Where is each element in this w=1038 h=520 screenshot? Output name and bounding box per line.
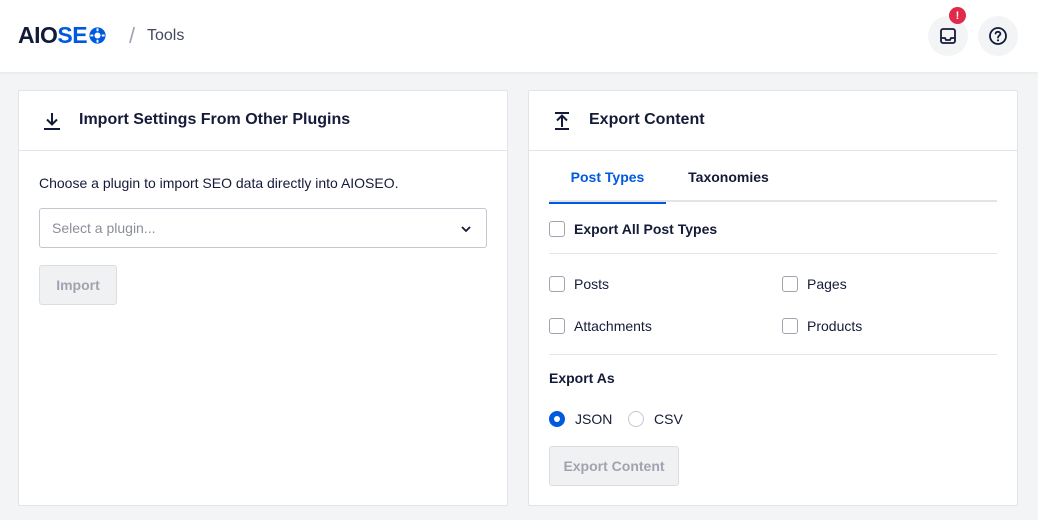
posts-checkbox[interactable]: Posts xyxy=(549,276,609,292)
breadcrumb-current-page: Tools xyxy=(147,27,185,44)
divider xyxy=(549,253,997,254)
json-radio[interactable]: JSON xyxy=(549,411,612,427)
json-label: JSON xyxy=(575,411,613,427)
export-content-card: Export Content Post Types Taxonomies Exp… xyxy=(528,90,1018,506)
export-card-title: Export Content xyxy=(589,111,705,128)
logo-text-aio: AIO xyxy=(18,21,58,48)
logo-text-e: E xyxy=(72,21,88,48)
cog-logo-icon xyxy=(89,26,106,44)
logo-text-s: S xyxy=(57,21,73,48)
aioseo-logo[interactable]: AIO S E xyxy=(18,22,107,48)
import-description: Choose a plugin to import SEO data direc… xyxy=(39,175,399,191)
csv-radio[interactable]: CSV xyxy=(628,411,683,427)
checkbox-box[interactable] xyxy=(549,221,565,237)
notification-badge: ! xyxy=(949,7,966,24)
plugin-select[interactable]: Select a plugin... xyxy=(39,208,487,248)
export-all-label: Export All Post Types xyxy=(574,221,718,237)
chevron-down-icon xyxy=(461,226,471,233)
export-as-label: Export As xyxy=(549,370,615,386)
export-tabs: Post Types Taxonomies xyxy=(549,151,997,204)
tab-taxonomies[interactable]: Taxonomies xyxy=(666,151,791,202)
import-card-header: Import Settings From Other Plugins xyxy=(19,91,507,151)
export-card-header: Export Content xyxy=(529,91,1017,151)
import-settings-card: Import Settings From Other Plugins Choos… xyxy=(18,90,508,506)
import-card-title: Import Settings From Other Plugins xyxy=(79,111,351,128)
import-button[interactable]: Import xyxy=(39,265,117,305)
attachments-checkbox[interactable]: Attachments xyxy=(549,318,652,334)
checkbox-box[interactable] xyxy=(549,276,565,292)
csv-label: CSV xyxy=(654,411,683,427)
download-icon xyxy=(44,113,60,130)
products-checkbox[interactable]: Products xyxy=(782,318,862,334)
breadcrumb-separator: / xyxy=(129,23,136,48)
upload-icon xyxy=(555,112,569,130)
plugin-select-placeholder: Select a plugin... xyxy=(52,220,156,236)
checkbox-box[interactable] xyxy=(782,318,798,334)
export-content-button[interactable]: Export Content xyxy=(549,446,679,486)
tab-post-types[interactable]: Post Types xyxy=(549,151,666,204)
export-all-post-types-checkbox[interactable]: Export All Post Types xyxy=(549,221,717,237)
help-button[interactable] xyxy=(978,16,1018,56)
attachments-label: Attachments xyxy=(574,318,652,334)
checkbox-box[interactable] xyxy=(782,276,798,292)
pages-label: Pages xyxy=(807,276,847,292)
divider xyxy=(549,354,997,355)
top-bar: AIO S E / Tools ! xyxy=(0,0,1038,72)
inbox-icon xyxy=(940,28,956,44)
products-label: Products xyxy=(807,318,863,334)
posts-label: Posts xyxy=(574,276,610,292)
help-icon xyxy=(989,27,1007,45)
checkbox-box[interactable] xyxy=(549,318,565,334)
radio-button[interactable] xyxy=(628,411,644,427)
radio-button[interactable] xyxy=(549,411,565,427)
pages-checkbox[interactable]: Pages xyxy=(782,276,847,292)
